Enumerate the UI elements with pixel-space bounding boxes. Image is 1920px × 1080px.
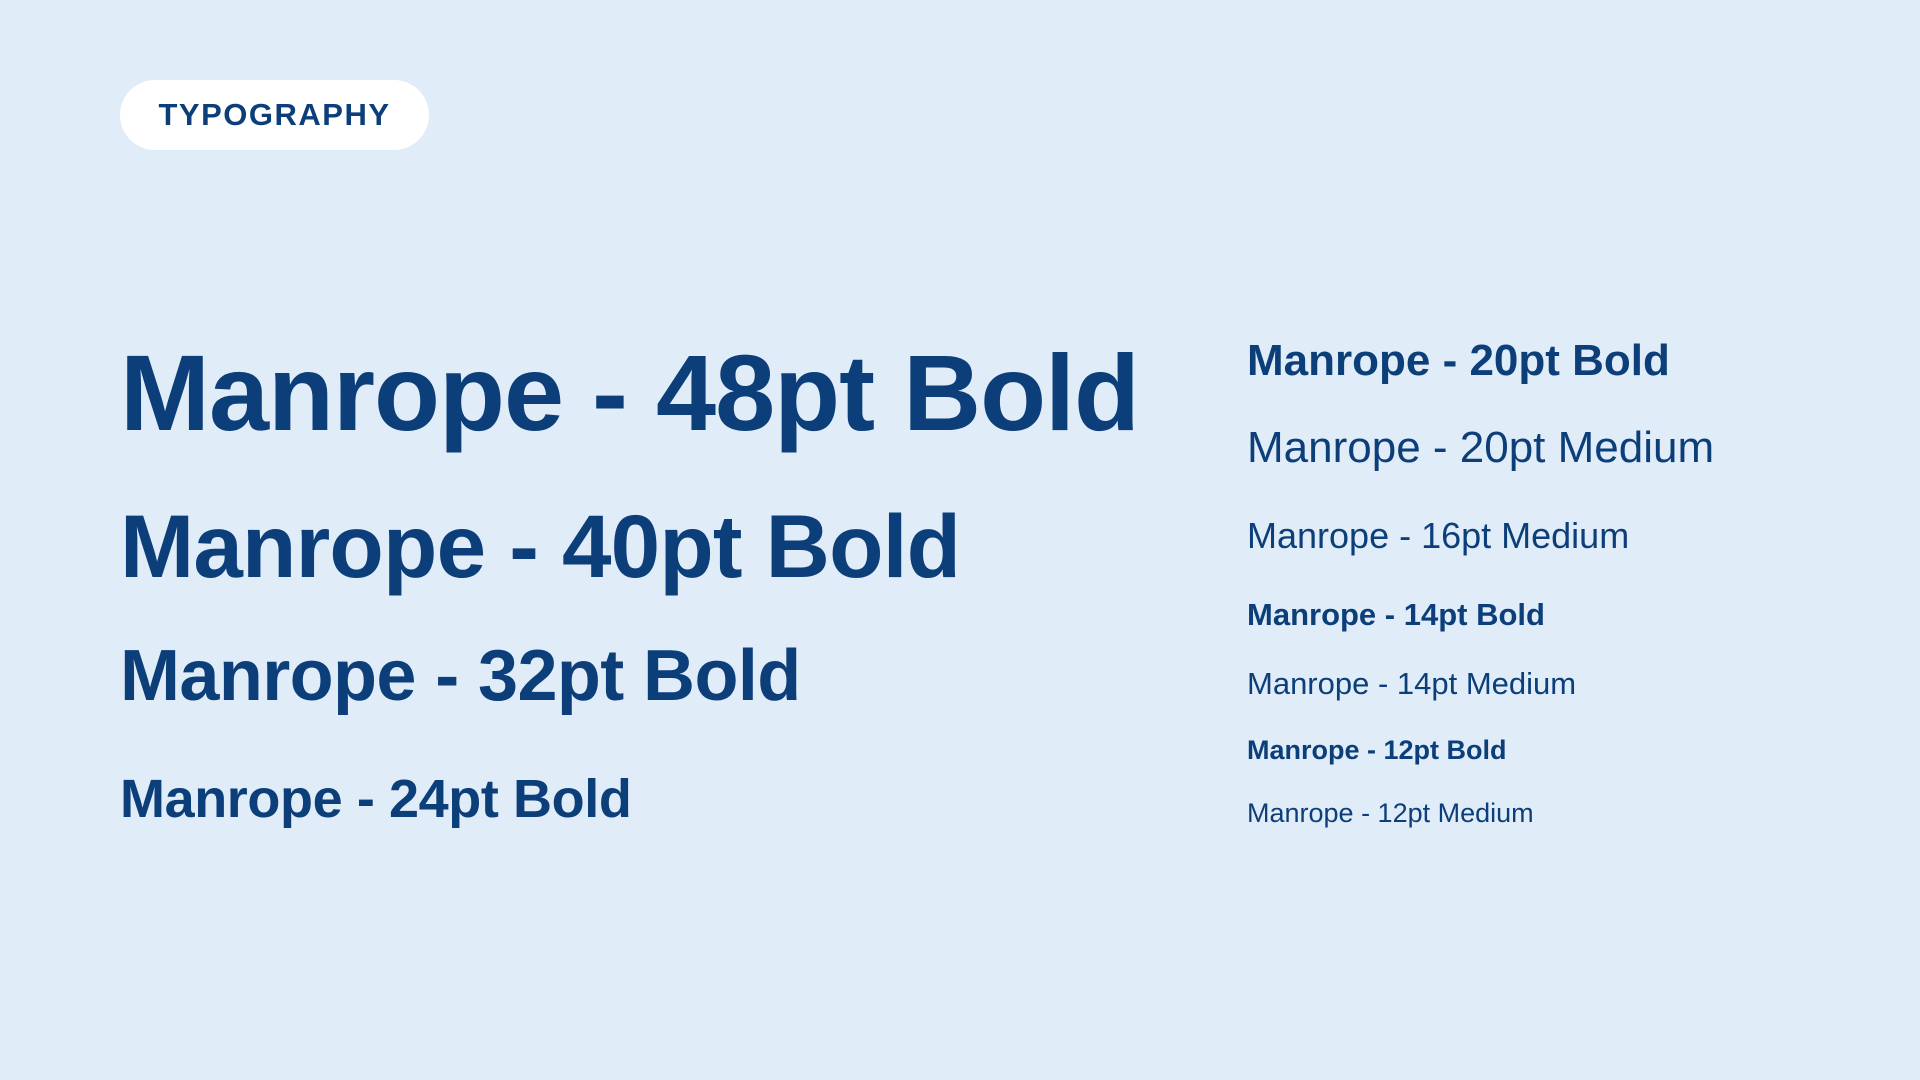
type-sample-20pt-bold: Manrope - 20pt Bold bbox=[1247, 336, 1670, 385]
type-sample-40pt-bold: Manrope - 40pt Bold bbox=[120, 496, 961, 596]
type-sample-12pt-medium: Manrope - 12pt Medium bbox=[1247, 798, 1534, 828]
type-sample-16pt-medium: Manrope - 16pt Medium bbox=[1247, 515, 1630, 556]
typography-badge: TYPOGRAPHY bbox=[120, 80, 429, 150]
type-sample-32pt-bold: Manrope - 32pt Bold bbox=[120, 636, 801, 716]
type-sample-24pt-bold: Manrope - 24pt Bold bbox=[120, 769, 632, 829]
type-sample-48pt-bold: Manrope - 48pt Bold bbox=[120, 332, 1140, 453]
type-sample-12pt-bold: Manrope - 12pt Bold bbox=[1247, 735, 1507, 765]
type-sample-14pt-bold: Manrope - 14pt Bold bbox=[1247, 597, 1545, 632]
typography-badge-label: TYPOGRAPHY bbox=[158, 97, 391, 132]
type-sample-20pt-medium: Manrope - 20pt Medium bbox=[1247, 423, 1715, 472]
type-sample-14pt-medium: Manrope - 14pt Medium bbox=[1247, 666, 1577, 701]
